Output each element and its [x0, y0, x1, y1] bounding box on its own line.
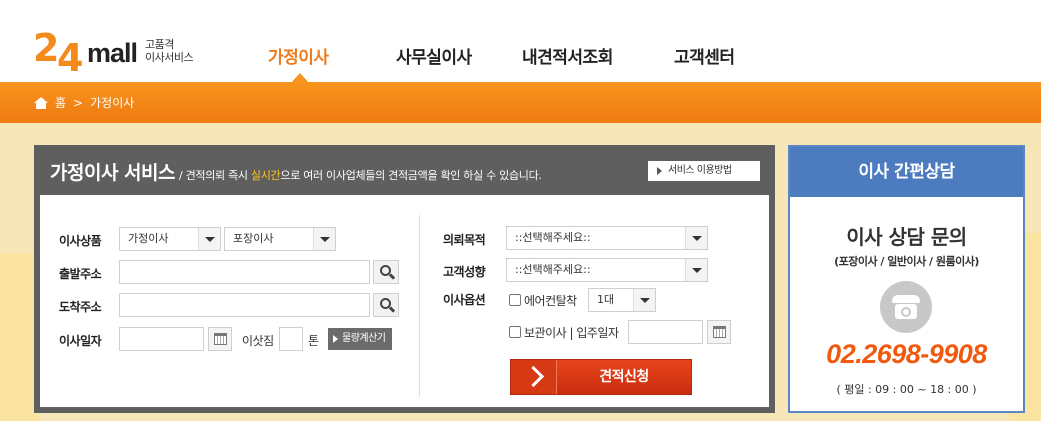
consult-header: 이사 간편상담	[790, 147, 1023, 197]
aircon-checkbox[interactable]	[509, 294, 521, 306]
nav-item-my-quotes[interactable]: 내견적서조회	[522, 43, 613, 68]
product-select-1[interactable]: 가정이사	[119, 227, 221, 251]
logo-tagline-line2: 이사서비스	[145, 51, 194, 64]
logo-tagline-line1: 고품격	[145, 38, 174, 51]
breadcrumb-current: 가정이사	[90, 96, 135, 110]
purpose-label: 의뢰목적	[443, 233, 486, 247]
tendency-label: 고객성향	[443, 265, 486, 279]
consult-title: 이사 상담 문의	[846, 225, 967, 249]
destination-label: 도착주소	[59, 300, 102, 314]
quote-form: 이사상품 가정이사 포장이사 출발주소 도착주소 이사일자 이삿짐 톤 물량계산…	[40, 195, 769, 407]
phone-icon	[880, 281, 932, 333]
chevron-right-icon: >	[73, 95, 84, 110]
consult-phone-number[interactable]: 02.2698-9908	[790, 339, 1023, 370]
nav-item-customer-center[interactable]: 고객센터	[674, 43, 735, 68]
chevron-down-icon	[633, 289, 655, 311]
destination-address-input[interactable]	[119, 293, 370, 317]
chevron-right-icon	[511, 360, 557, 394]
calendar-icon	[713, 326, 726, 338]
origin-address-input[interactable]	[119, 260, 370, 284]
purpose-select[interactable]: ::선택해주세요::	[506, 226, 708, 250]
origin-search-button[interactable]	[373, 260, 399, 284]
service-guide-label: 서비스 이용방법	[668, 165, 732, 176]
consult-subtitle: (포장이사 / 일반이사 / 원룸이사)	[834, 255, 979, 268]
chevron-down-icon	[685, 227, 707, 249]
load-label: 이삿짐	[242, 334, 274, 348]
product-label: 이사상품	[59, 234, 102, 248]
breadcrumb-home[interactable]: 홈	[55, 94, 66, 111]
chevron-down-icon	[198, 228, 220, 250]
move-date-label: 이사일자	[59, 334, 102, 348]
service-guide-button[interactable]: 서비스 이용방법	[648, 161, 760, 181]
service-desc-highlight: 실시간	[250, 169, 281, 182]
nav-item-office-move[interactable]: 사무실이사	[396, 43, 472, 68]
logo-digit-2: 2	[33, 26, 60, 70]
aircon-quantity-select[interactable]: 1대	[588, 288, 656, 312]
origin-label: 출발주소	[59, 267, 102, 281]
tendency-select-value: ::선택해주세요::	[515, 263, 591, 276]
destination-search-button[interactable]	[373, 293, 399, 317]
service-panel: 가정이사 서비스 / 견적의뢰 즉시 실시간으로 여러 이사업체들의 견적금액을 …	[34, 145, 775, 413]
logo-tagline: 고품격 이사서비스	[145, 38, 194, 64]
product-select-2[interactable]: 포장이사	[224, 227, 336, 251]
service-title: 가정이사 서비스	[50, 162, 175, 184]
volume-calculator-button[interactable]: 물량계산기	[328, 328, 392, 350]
storage-date-input[interactable]	[628, 320, 703, 344]
load-unit: 톤	[308, 334, 319, 348]
service-desc-prefix: / 견적의뢰 즉시	[178, 169, 251, 182]
tendency-select[interactable]: ::선택해주세요::	[506, 258, 708, 282]
storage-checkbox[interactable]	[509, 326, 521, 338]
options-label: 이사옵션	[443, 293, 486, 307]
nav-item-home-move[interactable]: 가정이사	[268, 43, 329, 68]
submit-quote-label: 견적신청	[599, 369, 649, 385]
site-header: 2 4 mall 고품격 이사서비스 가정이사 사무실이사 내견적서조회 고객센…	[0, 0, 1041, 82]
load-tons-input[interactable]	[279, 327, 303, 351]
calendar-icon	[214, 333, 227, 345]
product-select-1-value: 가정이사	[128, 232, 169, 245]
logo-mall: mall	[87, 38, 138, 68]
storage-label: 보관이사 | 입주일자	[524, 326, 619, 340]
active-nav-caret	[291, 73, 309, 83]
home-icon[interactable]	[34, 96, 48, 109]
service-description: / 견적의뢰 즉시 실시간으로 여러 이사업체들의 견적금액을 확인 하실 수 …	[179, 169, 542, 182]
service-desc-suffix: 으로 여러 이사업체들의 견적금액을 확인 하실 수 있습니다.	[280, 169, 542, 182]
breadcrumb-bar: 홈 > 가정이사	[0, 82, 1041, 123]
product-select-2-value: 포장이사	[233, 232, 274, 245]
consult-hours: ( 평일 : 09 : 00 ~ 18 : 00 )	[836, 383, 977, 396]
storage-date-calendar-button[interactable]	[707, 320, 731, 344]
triangle-right-icon	[657, 167, 662, 175]
move-date-calendar-button[interactable]	[208, 327, 232, 351]
form-divider	[419, 215, 420, 397]
consult-panel: 이사 간편상담 이사 상담 문의 (포장이사 / 일반이사 / 원룸이사) 02…	[788, 145, 1025, 413]
chevron-down-icon	[313, 228, 335, 250]
breadcrumb: 홈 > 가정이사	[34, 94, 134, 111]
aircon-quantity-value: 1대	[597, 293, 615, 306]
aircon-label: 에어컨탈착	[524, 294, 577, 308]
service-panel-header: 가정이사 서비스 / 견적의뢰 즉시 실시간으로 여러 이사업체들의 견적금액을 …	[50, 158, 542, 185]
submit-quote-button[interactable]: 견적신청	[510, 359, 692, 395]
logo[interactable]: 2 4 mall 고품격 이사서비스	[33, 24, 213, 80]
move-date-input[interactable]	[119, 327, 204, 351]
chevron-down-icon	[685, 259, 707, 281]
logo-digit-4: 4	[57, 36, 84, 80]
purpose-select-value: ::선택해주세요::	[515, 231, 591, 244]
